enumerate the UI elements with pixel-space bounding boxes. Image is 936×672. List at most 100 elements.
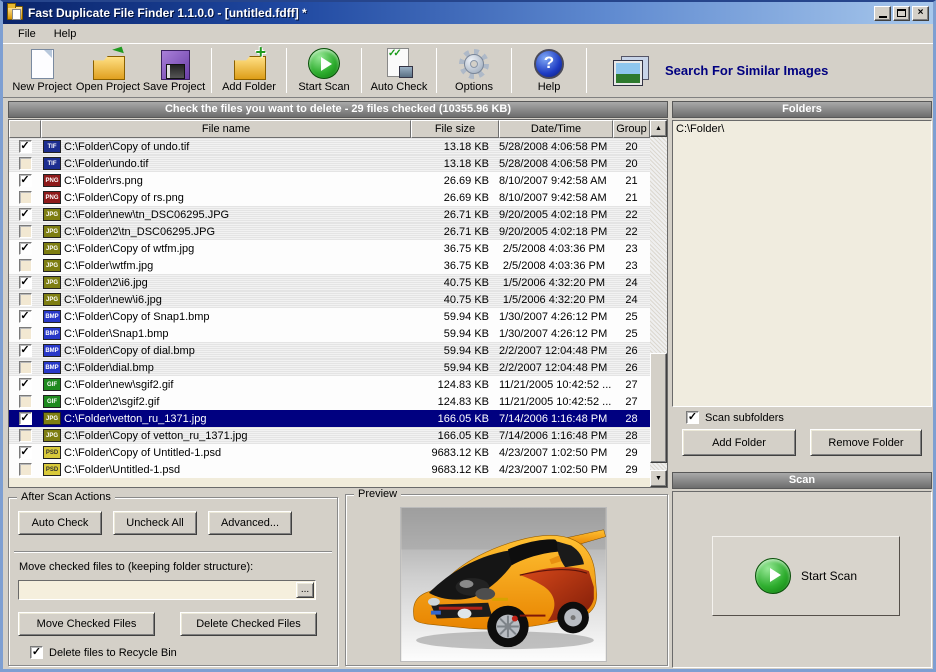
- folder-list-item[interactable]: C:\Folder\: [676, 122, 928, 136]
- column-header-filesize[interactable]: File size: [411, 120, 499, 138]
- table-row[interactable]: ✓PNGC:\Folder\rs.png26.69 KB8/10/2007 9:…: [9, 172, 650, 189]
- row-cell-size: 26.69 KB: [411, 192, 499, 204]
- row-cell-check: ✓: [9, 378, 41, 391]
- maximize-button[interactable]: [893, 6, 910, 21]
- add-folder-button[interactable]: Add Folder: [682, 429, 796, 456]
- folders-list[interactable]: C:\Folder\: [672, 120, 932, 407]
- move-path-input[interactable]: [19, 584, 296, 596]
- toolbar-button-add-folder[interactable]: Add Folder: [216, 45, 282, 96]
- checkbox-checked[interactable]: ✓: [19, 412, 32, 425]
- toolbar-button-options[interactable]: Options: [441, 45, 507, 96]
- row-cell-check: [9, 327, 41, 340]
- row-cell-filename: TIFC:\Folder\Copy of undo.tif: [41, 140, 411, 153]
- close-button[interactable]: ×: [912, 6, 929, 21]
- row-cell-group: 25: [613, 328, 650, 340]
- scroll-up-icon[interactable]: ▲: [650, 120, 667, 137]
- table-row[interactable]: ✓BMPC:\Folder\Copy of dial.bmp59.94 KB2/…: [9, 342, 650, 359]
- table-row[interactable]: ✓GIFC:\Folder\new\sgif2.gif124.83 KB11/2…: [9, 376, 650, 393]
- move-checked-files-button[interactable]: Move Checked Files: [18, 612, 155, 636]
- column-header-filename[interactable]: File name: [41, 120, 411, 138]
- table-row[interactable]: ✓JPGC:\Folder\2\i6.jpg40.75 KB1/5/2006 4…: [9, 274, 650, 291]
- table-row[interactable]: TIFC:\Folder\undo.tif13.18 KB5/28/2008 4…: [9, 155, 650, 172]
- table-row[interactable]: ✓JPGC:\Folder\Copy of wtfm.jpg36.75 KB2/…: [9, 240, 650, 257]
- file-type-icon: JPG: [43, 412, 61, 425]
- table-row[interactable]: ✓TIFC:\Folder\Copy of undo.tif13.18 KB5/…: [9, 138, 650, 155]
- table-row[interactable]: ✓BMPC:\Folder\Copy of Snap1.bmp59.94 KB1…: [9, 308, 650, 325]
- table-row[interactable]: GIFC:\Folder\2\sgif2.gif124.83 KB11/21/2…: [9, 393, 650, 410]
- toolbar-button-new-project[interactable]: New Project: [9, 45, 75, 96]
- toolbar-button-label: Open Project: [76, 81, 140, 93]
- menu-help[interactable]: Help: [46, 26, 85, 42]
- checkbox-unchecked[interactable]: [19, 259, 32, 272]
- delete-checked-files-button[interactable]: Delete Checked Files: [180, 612, 317, 636]
- menu-file[interactable]: File: [10, 26, 44, 42]
- table-row[interactable]: ✓JPGC:\Folder\new\tn_DSC06295.JPG26.71 K…: [9, 206, 650, 223]
- toolbar-button-start-scan[interactable]: Start Scan: [291, 45, 357, 96]
- table-scrollbar[interactable]: ▲ ▼: [650, 120, 667, 487]
- checkbox-checked[interactable]: ✓: [19, 446, 32, 459]
- row-cell-size: 9683.12 KB: [411, 447, 499, 459]
- row-cell-group: 27: [613, 396, 650, 408]
- checkbox-unchecked[interactable]: [19, 293, 32, 306]
- table-row[interactable]: ✓JPGC:\Folder\vetton_ru_1371.jpg166.05 K…: [9, 410, 650, 427]
- toolbar-button-auto-check[interactable]: Auto Check: [366, 45, 432, 96]
- search-similar-images-button[interactable]: Search For Similar Images: [613, 45, 828, 96]
- table-row[interactable]: BMPC:\Folder\Snap1.bmp59.94 KB1/30/2007 …: [9, 325, 650, 342]
- checkbox-unchecked[interactable]: [19, 395, 32, 408]
- title-bar[interactable]: Fast Duplicate File Finder 1.1.0.0 - [un…: [3, 2, 933, 24]
- column-header-datetime[interactable]: Date/Time: [499, 120, 613, 138]
- toolbar-button-open-project[interactable]: Open Project: [75, 45, 141, 96]
- row-cell-datetime: 5/28/2008 4:06:58 PM: [499, 141, 613, 153]
- scan-subfolders-row[interactable]: ✓ Scan subfolders: [686, 411, 784, 424]
- row-cell-datetime: 1/5/2006 4:32:20 PM: [499, 277, 613, 289]
- recycle-bin-checkbox[interactable]: ✓: [30, 646, 43, 659]
- auto-check-button[interactable]: Auto Check: [18, 511, 102, 535]
- browse-button[interactable]: ...: [296, 582, 314, 598]
- checkbox-unchecked[interactable]: [19, 191, 32, 204]
- scrollbar-thumb[interactable]: [650, 353, 667, 463]
- advanced-button[interactable]: Advanced...: [208, 511, 292, 535]
- table-row[interactable]: JPGC:\Folder\Copy of vetton_ru_1371.jpg1…: [9, 427, 650, 444]
- checkbox-unchecked[interactable]: [19, 361, 32, 374]
- checkbox-checked[interactable]: ✓: [19, 276, 32, 289]
- checkbox-checked[interactable]: ✓: [19, 242, 32, 255]
- table-row[interactable]: JPGC:\Folder\new\i6.jpg40.75 KB1/5/2006 …: [9, 291, 650, 308]
- checkbox-checked[interactable]: ✓: [19, 378, 32, 391]
- table-row[interactable]: PNGC:\Folder\Copy of rs.png26.69 KB8/10/…: [9, 189, 650, 206]
- row-cell-filename: BMPC:\Folder\dial.bmp: [41, 361, 411, 374]
- checkbox-unchecked[interactable]: [19, 225, 32, 238]
- checkbox-unchecked[interactable]: [19, 463, 32, 476]
- checkbox-unchecked[interactable]: [19, 429, 32, 442]
- checkbox-unchecked[interactable]: [19, 157, 32, 170]
- table-row[interactable]: ✓PSDC:\Folder\Copy of Untitled-1.psd9683…: [9, 444, 650, 461]
- checkbox-checked[interactable]: ✓: [19, 310, 32, 323]
- checkbox-checked[interactable]: ✓: [19, 344, 32, 357]
- checkbox-checked[interactable]: ✓: [19, 140, 32, 153]
- toolbar-separator: [286, 48, 287, 93]
- recycle-bin-row[interactable]: ✓ Delete files to Recycle Bin: [30, 646, 177, 659]
- toolbar-button-save-project[interactable]: Save Project: [141, 45, 207, 96]
- column-header-check[interactable]: [9, 120, 41, 138]
- start-scan-button[interactable]: Start Scan: [712, 536, 900, 616]
- remove-folder-button[interactable]: Remove Folder: [810, 429, 922, 456]
- checkbox-checked[interactable]: ✓: [19, 208, 32, 221]
- row-cell-filename: PNGC:\Folder\rs.png: [41, 174, 411, 187]
- row-cell-size: 40.75 KB: [411, 294, 499, 306]
- start-scan-label: Start Scan: [801, 569, 857, 583]
- table-row[interactable]: PSDC:\Folder\Untitled-1.psd9683.12 KB4/2…: [9, 461, 650, 478]
- table-row[interactable]: BMPC:\Folder\dial.bmp59.94 KB2/2/2007 12…: [9, 359, 650, 376]
- toolbar-button-help[interactable]: Help: [516, 45, 582, 96]
- checkbox-checked[interactable]: ✓: [19, 174, 32, 187]
- scan-subfolders-checkbox[interactable]: ✓: [686, 411, 699, 424]
- checkbox-unchecked[interactable]: [19, 327, 32, 340]
- file-table: File name File size Date/Time Group ✓ TIF…: [8, 119, 668, 488]
- move-checked-label: Move checked files to (keeping folder st…: [19, 561, 253, 573]
- table-row[interactable]: JPGC:\Folder\wtfm.jpg36.75 KB2/5/2008 4:…: [9, 257, 650, 274]
- minimize-button[interactable]: [874, 6, 891, 21]
- row-cell-size: 59.94 KB: [411, 362, 499, 374]
- uncheck-all-button[interactable]: Uncheck All: [113, 511, 197, 535]
- column-header-group[interactable]: Group: [613, 120, 650, 138]
- file-name-text: C:\Folder\new\i6.jpg: [64, 294, 162, 306]
- scroll-down-icon[interactable]: ▼: [650, 470, 667, 487]
- table-row[interactable]: JPGC:\Folder\2\tn_DSC06295.JPG26.71 KB9/…: [9, 223, 650, 240]
